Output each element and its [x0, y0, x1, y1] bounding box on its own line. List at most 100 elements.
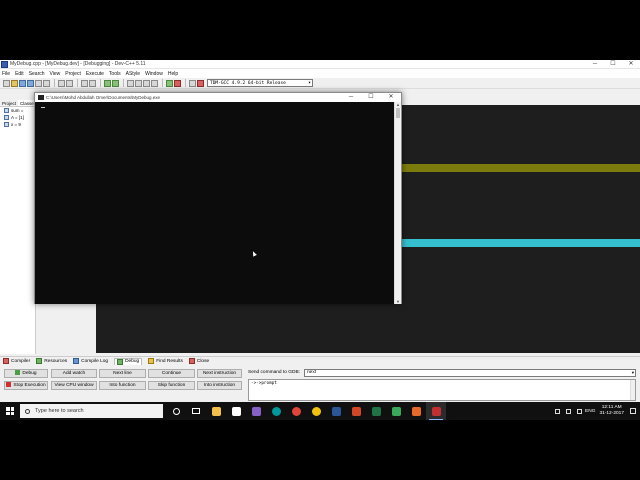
variable-icon	[4, 108, 9, 113]
cortana-icon[interactable]	[166, 402, 186, 420]
replace-icon[interactable]	[89, 79, 96, 87]
scroll-up-icon[interactable]: ▲	[395, 102, 401, 107]
rebuild-all-icon[interactable]	[151, 79, 158, 87]
into-function-button[interactable]: Into function	[99, 381, 146, 390]
find-icon[interactable]	[81, 79, 88, 87]
tab-compiler[interactable]: Compiler	[3, 358, 30, 364]
console-output[interactable]	[35, 102, 396, 304]
menu-tools[interactable]: Tools	[109, 71, 121, 77]
windows-logo-icon	[6, 407, 14, 415]
check-syntax-icon[interactable]	[166, 79, 173, 87]
undo-icon[interactable]	[58, 79, 65, 87]
visual-studio-icon[interactable]	[246, 402, 266, 420]
find-results-icon	[148, 358, 155, 364]
unindent-icon[interactable]	[112, 79, 119, 87]
next-line-button[interactable]: Next line	[99, 369, 146, 378]
minimize-button[interactable]: ─	[586, 60, 604, 69]
console-close-button[interactable]: ✕	[381, 93, 401, 102]
indent-icon[interactable]	[104, 79, 111, 87]
main-toolbar: TDM-GCC 4.9.2 64-bit Release ▾	[0, 78, 640, 89]
start-button[interactable]	[0, 402, 20, 420]
variable-icon	[4, 115, 9, 120]
excel-icon[interactable]	[366, 402, 386, 420]
chrome-icon[interactable]	[286, 402, 306, 420]
volume-icon[interactable]	[577, 408, 583, 414]
gdb-output-box[interactable]: ->->prompt	[248, 379, 636, 401]
codeblocks-icon[interactable]	[386, 402, 406, 420]
chrome-profile-icon[interactable]	[306, 402, 326, 420]
save-all-icon[interactable]	[27, 79, 34, 87]
scrollbar-thumb[interactable]	[396, 108, 400, 118]
menu-view[interactable]: View	[50, 71, 61, 77]
next-instruction-button[interactable]: Next instruction	[197, 369, 242, 378]
console-maximize-button[interactable]: ☐	[361, 93, 381, 102]
notifications-icon[interactable]	[630, 408, 636, 414]
console-scrollbar[interactable]: ▲ ▼	[394, 102, 401, 304]
watch-item[interactable]: x = 9	[0, 121, 35, 128]
maximize-button[interactable]: ☐	[604, 60, 622, 69]
watch-item[interactable]: A = [1]	[0, 114, 35, 121]
tab-compile-log[interactable]: Compile Log	[73, 358, 108, 364]
store-icon[interactable]	[226, 402, 246, 420]
open-folder-icon[interactable]	[11, 79, 18, 87]
console-minimize-button[interactable]: ─	[341, 93, 361, 102]
toolbar-separator	[185, 79, 186, 87]
watch-item[interactable]: sum =	[0, 107, 35, 114]
tab-label: Compiler	[11, 358, 31, 364]
stop-execution-icon[interactable]	[174, 79, 181, 87]
gdb-command-input[interactable]: next ▾	[304, 369, 636, 377]
stop-execution-button[interactable]: Stop Execution	[4, 381, 48, 390]
into-instruction-button[interactable]: Into instruction	[197, 381, 242, 390]
menu-file[interactable]: File	[2, 71, 10, 77]
file-explorer-icon[interactable]	[206, 402, 226, 420]
tab-debug[interactable]: Debug	[114, 357, 143, 365]
add-watch-button[interactable]: Add watch	[51, 369, 97, 378]
compiler-select[interactable]: TDM-GCC 4.9.2 64-bit Release ▾	[207, 79, 313, 87]
devcpp-taskbar-icon[interactable]	[426, 402, 446, 420]
tab-label: Debug	[125, 359, 140, 364]
save-icon[interactable]	[19, 79, 26, 87]
debug-icon[interactable]	[197, 79, 204, 87]
profile-icon[interactable]	[189, 79, 196, 87]
variable-icon	[4, 122, 9, 127]
run-icon[interactable]	[135, 79, 142, 87]
tab-find-results[interactable]: Find Results	[148, 358, 183, 364]
skip-function-button[interactable]: Skip function	[148, 381, 195, 390]
clock[interactable]: 12:11 AM 31-12-2017	[599, 405, 624, 417]
compile-icon[interactable]	[127, 79, 134, 87]
compile-run-icon[interactable]	[143, 79, 150, 87]
menu-project[interactable]: Project	[65, 71, 81, 77]
menu-window[interactable]: Window	[145, 71, 163, 77]
redo-icon[interactable]	[66, 79, 73, 87]
tab-close[interactable]: Close	[188, 358, 209, 364]
menu-execute[interactable]: Execute	[86, 71, 104, 77]
language-indicator[interactable]: ENG	[585, 409, 595, 414]
scroll-down-icon[interactable]: ▼	[395, 299, 401, 304]
print-icon[interactable]	[43, 79, 50, 87]
network-icon[interactable]	[566, 408, 572, 414]
close-button[interactable]: ✕	[622, 60, 640, 69]
arduino-icon[interactable]	[266, 402, 286, 420]
menu-edit[interactable]: Edit	[15, 71, 24, 77]
close-panel-icon	[188, 358, 195, 364]
word-icon[interactable]	[326, 402, 346, 420]
gdb-output-scrollbar[interactable]	[630, 380, 635, 400]
continue-button[interactable]: Continue	[148, 369, 195, 378]
view-cpu-window-button[interactable]: View CPU window	[51, 381, 97, 390]
debug-button[interactable]: Debug	[4, 369, 48, 378]
tab-project[interactable]: Project	[0, 100, 18, 106]
menu-astyle[interactable]: AStyle	[126, 71, 140, 77]
close-file-icon[interactable]	[35, 79, 42, 87]
menu-help[interactable]: Help	[168, 71, 178, 77]
windows-taskbar: Type here to search ENG 12:11 AM 31-12-2…	[0, 402, 640, 420]
task-view-icon[interactable]	[186, 402, 206, 420]
console-window[interactable]: C:\Users\Mohd Abdullah Omer\Documents\My…	[34, 92, 402, 304]
powerpoint-icon[interactable]	[346, 402, 366, 420]
clion-icon[interactable]	[406, 402, 426, 420]
tab-resources[interactable]: Resources	[36, 358, 67, 364]
taskbar-apps	[166, 402, 446, 420]
taskbar-search[interactable]: Type here to search	[20, 404, 163, 418]
menu-search[interactable]: Search	[29, 71, 45, 77]
new-file-icon[interactable]	[3, 79, 10, 87]
chevron-up-icon[interactable]	[555, 408, 561, 414]
